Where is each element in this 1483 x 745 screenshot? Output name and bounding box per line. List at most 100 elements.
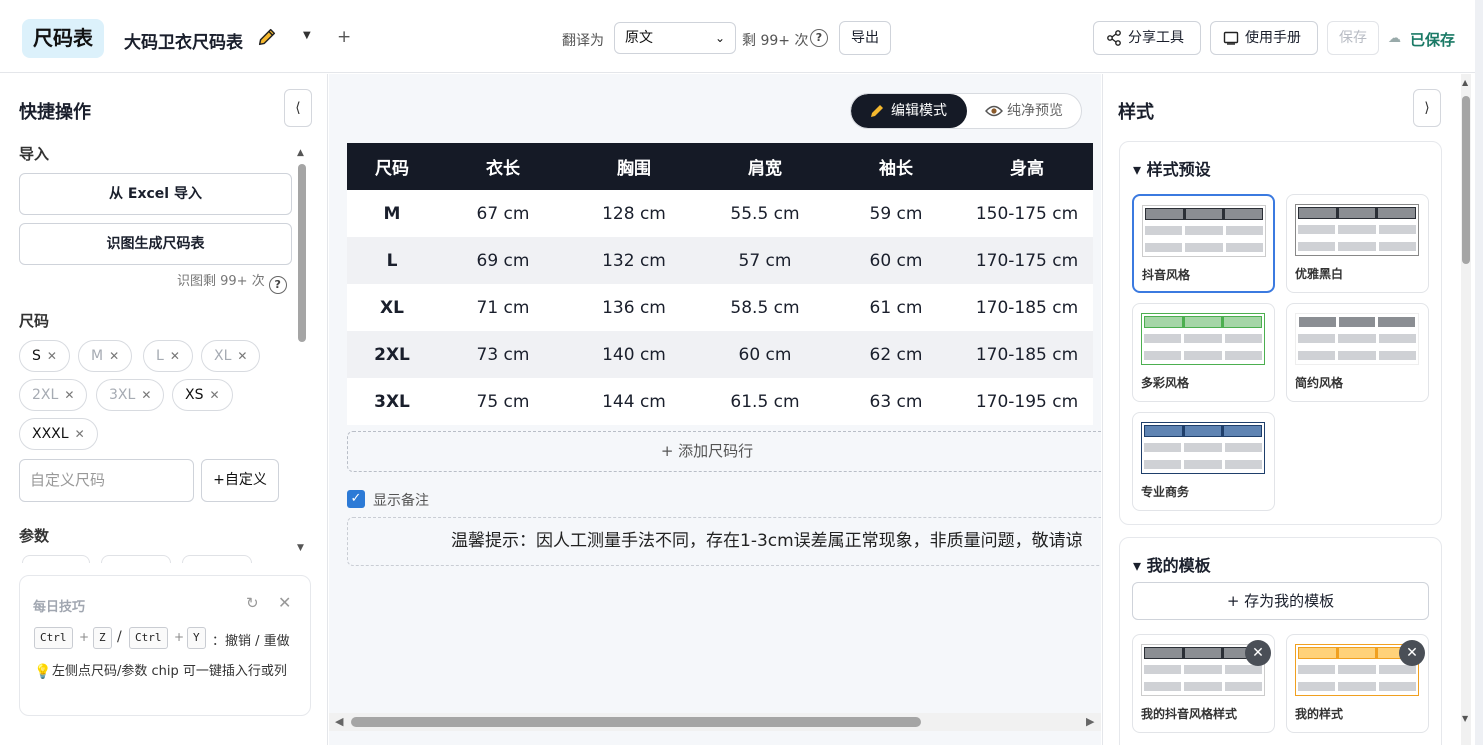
size-chip-s[interactable]: S ✕ bbox=[19, 340, 70, 372]
scroll-up-arrow-icon[interactable]: ▲ bbox=[1462, 78, 1468, 87]
show-note-checkbox[interactable]: ✓ bbox=[347, 490, 365, 508]
table-cell[interactable]: 61 cm bbox=[831, 284, 961, 331]
template-card-mine[interactable]: ✕ 我的样式 bbox=[1286, 634, 1429, 733]
remove-icon[interactable]: ✕ bbox=[109, 349, 119, 363]
table-cell[interactable]: 55.5 cm bbox=[699, 190, 831, 237]
remove-icon[interactable]: ✕ bbox=[141, 388, 151, 402]
collapse-left-panel-button[interactable]: ⟨ bbox=[284, 89, 312, 127]
param-chip-partial[interactable] bbox=[182, 555, 252, 563]
table-cell[interactable]: 150-175 cm bbox=[961, 190, 1093, 237]
table-cell[interactable]: 170-185 cm bbox=[961, 284, 1093, 331]
preset-card-douyin[interactable]: 抖音风格 bbox=[1132, 194, 1275, 293]
table-cell[interactable]: 140 cm bbox=[569, 331, 699, 378]
scroll-left-arrow-icon[interactable]: ◀ bbox=[335, 715, 343, 728]
table-cell[interactable]: 2XL bbox=[347, 331, 437, 378]
app-logo[interactable]: 尺码表 bbox=[22, 19, 104, 58]
column-header[interactable]: 身高 bbox=[961, 143, 1093, 190]
help-icon[interactable]: ? bbox=[268, 276, 287, 294]
table-cell[interactable]: 128 cm bbox=[569, 190, 699, 237]
show-note-toggle[interactable]: ✓ 显示备注 bbox=[347, 490, 429, 510]
table-cell[interactable]: 71 cm bbox=[437, 284, 569, 331]
refresh-icon[interactable]: ↻ bbox=[246, 594, 259, 612]
my-templates-title[interactable]: ▾ 我的模板 bbox=[1133, 552, 1211, 576]
left-panel-scrollbar[interactable]: ▲ ▼ bbox=[297, 148, 307, 558]
param-chip-partial[interactable] bbox=[101, 555, 171, 563]
table-cell[interactable]: 63 cm bbox=[831, 378, 961, 425]
remove-icon[interactable]: ✕ bbox=[237, 349, 247, 363]
ocr-generate-button[interactable]: 识图生成尺码表 bbox=[19, 223, 292, 265]
document-title[interactable]: 大码卫衣尺码表 bbox=[124, 28, 243, 53]
size-chip-xs[interactable]: XS ✕ bbox=[172, 379, 233, 411]
custom-size-input[interactable]: 自定义尺码 bbox=[19, 459, 194, 502]
close-icon[interactable]: ✕ bbox=[278, 593, 291, 612]
pencil-icon[interactable] bbox=[256, 26, 278, 48]
editor-horizontal-scrollbar[interactable]: ◀ ▶ bbox=[329, 713, 1101, 731]
table-cell[interactable]: 3XL bbox=[347, 378, 437, 425]
table-cell[interactable]: 60 cm bbox=[699, 331, 831, 378]
size-chip-l[interactable]: L ✕ bbox=[143, 340, 193, 372]
translate-select[interactable]: 原文 ⌄ bbox=[614, 22, 736, 54]
table-cell[interactable]: 62 cm bbox=[831, 331, 961, 378]
style-presets-title[interactable]: ▾ 样式预设 bbox=[1133, 156, 1211, 180]
new-tab-button[interactable]: + bbox=[337, 27, 351, 47]
scroll-down-arrow-icon[interactable]: ▼ bbox=[1462, 714, 1468, 723]
user-manual-button[interactable]: 使用手册 bbox=[1210, 21, 1318, 55]
table-cell[interactable]: 132 cm bbox=[569, 237, 699, 284]
save-button[interactable]: 保存 bbox=[1327, 21, 1379, 55]
scroll-right-arrow-icon[interactable]: ▶ bbox=[1086, 715, 1094, 728]
table-cell[interactable]: 59 cm bbox=[831, 190, 961, 237]
table-cell[interactable]: 69 cm bbox=[437, 237, 569, 284]
delete-template-icon[interactable]: ✕ bbox=[1399, 640, 1425, 666]
table-cell[interactable]: 136 cm bbox=[569, 284, 699, 331]
size-chip-m[interactable]: M ✕ bbox=[78, 340, 133, 372]
title-dropdown-caret-icon[interactable]: ▼ bbox=[303, 30, 311, 41]
table-cell[interactable]: 57 cm bbox=[699, 237, 831, 284]
right-panel-scrollbar[interactable]: ▲ ▼ bbox=[1461, 74, 1471, 745]
scrollbar-thumb[interactable] bbox=[298, 164, 306, 342]
remove-icon[interactable]: ✕ bbox=[75, 427, 85, 441]
table-cell[interactable]: 144 cm bbox=[569, 378, 699, 425]
scrollbar-thumb[interactable] bbox=[1462, 96, 1470, 264]
table-cell[interactable]: 73 cm bbox=[437, 331, 569, 378]
template-card-douyin[interactable]: ✕ 我的抖音风格样式 bbox=[1132, 634, 1275, 733]
remove-icon[interactable]: ✕ bbox=[209, 388, 219, 402]
table-cell[interactable]: 170-175 cm bbox=[961, 237, 1093, 284]
scroll-down-arrow-icon[interactable]: ▼ bbox=[297, 543, 304, 553]
table-cell[interactable]: 61.5 cm bbox=[699, 378, 831, 425]
save-as-template-button[interactable]: + 存为我的模板 bbox=[1132, 582, 1429, 620]
collapse-right-panel-button[interactable]: ⟩ bbox=[1413, 89, 1441, 127]
help-icon[interactable]: ? bbox=[810, 29, 828, 47]
table-cell[interactable]: 170-195 cm bbox=[961, 378, 1093, 425]
edit-mode-tab[interactable]: 编辑模式 bbox=[851, 94, 967, 128]
table-cell[interactable]: 60 cm bbox=[831, 237, 961, 284]
table-cell[interactable]: XL bbox=[347, 284, 437, 331]
export-button[interactable]: 导出 bbox=[839, 21, 891, 55]
preset-card-business[interactable]: 专业商务 bbox=[1132, 412, 1275, 511]
remove-icon[interactable]: ✕ bbox=[64, 388, 74, 402]
table-cell[interactable]: M bbox=[347, 190, 437, 237]
add-custom-size-button[interactable]: +自定义 bbox=[201, 459, 279, 502]
import-excel-button[interactable]: 从 Excel 导入 bbox=[19, 173, 292, 215]
table-cell[interactable]: 170-185 cm bbox=[961, 331, 1093, 378]
preset-card-colorful[interactable]: 多彩风格 bbox=[1132, 303, 1275, 402]
table-cell[interactable]: 75 cm bbox=[437, 378, 569, 425]
size-chip-3xl[interactable]: 3XL ✕ bbox=[96, 379, 165, 411]
size-chip-xl[interactable]: XL ✕ bbox=[201, 340, 261, 372]
size-chip-2xl[interactable]: 2XL ✕ bbox=[19, 379, 88, 411]
column-header[interactable]: 衣长 bbox=[437, 143, 569, 190]
table-cell[interactable]: 58.5 cm bbox=[699, 284, 831, 331]
remove-icon[interactable]: ✕ bbox=[47, 349, 57, 363]
add-size-row-button[interactable]: + 添加尺码行 bbox=[347, 431, 1101, 472]
table-cell[interactable]: L bbox=[347, 237, 437, 284]
preset-card-simple[interactable]: 简约风格 bbox=[1286, 303, 1429, 402]
column-header[interactable]: 胸围 bbox=[569, 143, 699, 190]
scrollbar-thumb[interactable] bbox=[351, 717, 921, 727]
column-header[interactable]: 袖长 bbox=[831, 143, 961, 190]
remove-icon[interactable]: ✕ bbox=[170, 349, 180, 363]
preview-mode-tab[interactable]: 纯净预览 bbox=[971, 94, 1081, 128]
size-chip-xxxl[interactable]: XXXL ✕ bbox=[19, 418, 98, 450]
scroll-up-arrow-icon[interactable]: ▲ bbox=[297, 148, 304, 158]
param-chip-partial[interactable] bbox=[22, 555, 90, 563]
column-header[interactable]: 肩宽 bbox=[699, 143, 831, 190]
delete-template-icon[interactable]: ✕ bbox=[1245, 640, 1271, 666]
